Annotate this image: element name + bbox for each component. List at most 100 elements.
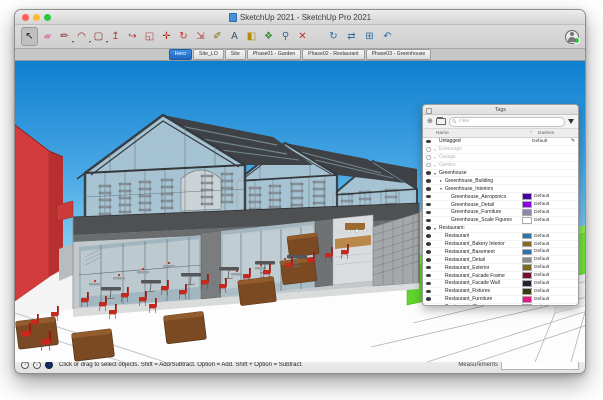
tag-row[interactable]: Greenhouse_DetailDefault bbox=[423, 201, 578, 209]
visibility-eye-icon[interactable] bbox=[426, 195, 432, 199]
panel-close-button[interactable] bbox=[426, 108, 432, 114]
zoom-tool[interactable]: ⚲ bbox=[278, 28, 293, 45]
visibility-eye-icon[interactable] bbox=[426, 155, 431, 160]
account-avatar-icon[interactable] bbox=[565, 30, 579, 44]
tag-color-swatch[interactable] bbox=[522, 193, 532, 200]
tag-row[interactable]: Restaurant_DetailDefault bbox=[423, 256, 578, 264]
tag-color-swatch[interactable] bbox=[522, 264, 532, 271]
tag-color-swatch[interactable] bbox=[522, 280, 532, 287]
visibility-eye-icon[interactable] bbox=[426, 266, 432, 270]
tag-color-swatch[interactable] bbox=[522, 217, 532, 224]
tag-color-swatch[interactable] bbox=[522, 249, 532, 256]
tag-row[interactable]: ▾Greenhouse bbox=[423, 170, 578, 178]
dashes-value[interactable]: Default bbox=[534, 273, 549, 278]
tag-row[interactable]: UntaggedDefault✎ bbox=[423, 138, 578, 146]
tag-row[interactable]: Greenhouse_AeroponicsDefault bbox=[423, 193, 578, 201]
visibility-eye-icon[interactable] bbox=[426, 258, 432, 262]
visibility-eye-icon[interactable] bbox=[426, 250, 432, 254]
visibility-eye-icon[interactable] bbox=[426, 297, 432, 301]
tag-row[interactable]: RestaurantDefault bbox=[423, 233, 578, 241]
scene-tab-site[interactable]: Site bbox=[225, 49, 246, 59]
text-tool[interactable]: A bbox=[227, 28, 242, 45]
visibility-eye-icon[interactable] bbox=[426, 187, 432, 191]
push-pull-tool[interactable]: ↥ bbox=[108, 28, 123, 45]
eraser-tool[interactable]: ▰ bbox=[40, 28, 55, 45]
line-tool[interactable]: ✏▾ bbox=[57, 28, 72, 45]
previous-view-tool[interactable]: ↶ bbox=[380, 28, 395, 45]
column-name[interactable]: Name bbox=[436, 131, 449, 136]
visibility-eye-icon[interactable] bbox=[426, 219, 432, 223]
paint-bucket-tool[interactable]: ◧ bbox=[244, 28, 259, 45]
visibility-eye-icon[interactable] bbox=[426, 179, 432, 183]
tag-row[interactable]: ▸Entourage bbox=[423, 146, 578, 154]
column-dashes[interactable]: Dashes bbox=[538, 131, 578, 136]
tag-color-swatch[interactable] bbox=[522, 209, 532, 216]
tag-color-swatch[interactable] bbox=[522, 296, 532, 303]
dashes-value[interactable]: Default bbox=[534, 281, 549, 286]
rectangle-tool[interactable]: ▢▾ bbox=[91, 28, 106, 45]
tag-row[interactable]: Restaurant_FurnitureDefault bbox=[423, 296, 578, 304]
scene-tab-site-lo[interactable]: Site_LO bbox=[193, 49, 224, 59]
geolocation-icon[interactable] bbox=[45, 361, 53, 369]
visibility-eye-icon[interactable] bbox=[426, 234, 432, 238]
add-tag-folder-button[interactable] bbox=[436, 118, 446, 126]
tag-color-swatch[interactable] bbox=[522, 233, 532, 240]
tag-color-swatch[interactable] bbox=[522, 272, 532, 279]
dashes-value[interactable]: Default bbox=[534, 234, 549, 239]
tags-panel-header[interactable]: Tags bbox=[423, 105, 578, 115]
rotate-tool[interactable]: ↻ bbox=[176, 28, 191, 45]
pan-tool[interactable]: ⇄ bbox=[344, 28, 359, 45]
current-tag-pencil-icon[interactable]: ✎ bbox=[568, 138, 578, 144]
visibility-eye-icon[interactable] bbox=[426, 140, 432, 144]
dashes-value[interactable]: Default bbox=[534, 297, 549, 302]
tag-row[interactable]: ▸Garage bbox=[423, 154, 578, 162]
tag-row[interactable]: Restaurant_BasementDefault bbox=[423, 248, 578, 256]
tag-row[interactable]: Restaurant_Bakery InteriorDefault bbox=[423, 241, 578, 249]
visibility-eye-icon[interactable] bbox=[426, 211, 432, 215]
tag-row[interactable]: Restaurant_Facade FrameDefault bbox=[423, 272, 578, 280]
move-tool[interactable]: ✛ bbox=[159, 28, 174, 45]
tag-color-swatch[interactable] bbox=[522, 257, 532, 264]
tag-color-swatch[interactable] bbox=[522, 288, 532, 295]
visibility-eye-icon[interactable] bbox=[426, 203, 432, 207]
zoom-window-tool[interactable]: ⊞ bbox=[362, 28, 377, 45]
offset-tool[interactable]: ◱ bbox=[142, 28, 157, 45]
info-icon[interactable]: i bbox=[33, 361, 41, 369]
tag-color-swatch[interactable] bbox=[522, 304, 532, 305]
tag-row[interactable]: ▾Greenhouse_Interiors bbox=[423, 185, 578, 193]
dashes-value[interactable]: Default bbox=[534, 289, 549, 294]
arc-tool[interactable]: ◠▾ bbox=[74, 28, 89, 45]
dashes-value[interactable]: Default bbox=[534, 210, 549, 215]
follow-me-tool[interactable]: ↪ bbox=[125, 28, 140, 45]
dashes-value[interactable]: Default bbox=[532, 139, 547, 144]
add-tag-button[interactable]: ⊕ bbox=[427, 118, 433, 125]
tag-row[interactable]: Greenhouse_FurnitureDefault bbox=[423, 209, 578, 217]
tags-details-icon[interactable] bbox=[568, 119, 574, 124]
dashes-value[interactable]: Default bbox=[534, 265, 549, 270]
dashes-value[interactable]: Default bbox=[534, 249, 549, 254]
tag-row[interactable]: ▾Restaurant: bbox=[423, 225, 578, 233]
component-tool[interactable]: ❖ bbox=[261, 28, 276, 45]
visibility-eye-icon[interactable] bbox=[426, 290, 432, 294]
visibility-eye-icon[interactable] bbox=[426, 226, 432, 230]
visibility-eye-icon[interactable] bbox=[426, 242, 432, 246]
scene-tab-phase03-greenhouse[interactable]: Phase03 - Greenhouse bbox=[366, 49, 432, 59]
tag-row[interactable]: Restaurant_GlazingDefault bbox=[423, 304, 578, 305]
help-icon[interactable]: ? bbox=[21, 361, 29, 369]
visibility-eye-icon[interactable] bbox=[426, 147, 431, 152]
visibility-eye-icon[interactable] bbox=[426, 282, 432, 286]
tape-measure-tool[interactable]: ✐ bbox=[210, 28, 225, 45]
tag-row[interactable]: ▸Greenhouse_Building bbox=[423, 177, 578, 185]
select-tool[interactable]: ↖ bbox=[21, 27, 38, 46]
tags-filter-input[interactable]: ⚲ Filter bbox=[449, 117, 565, 127]
dashes-value[interactable]: Default bbox=[534, 202, 549, 207]
dashes-value[interactable]: Default bbox=[534, 242, 549, 247]
tag-row[interactable]: Restaurant_ExteriorDefault bbox=[423, 264, 578, 272]
visibility-eye-icon[interactable] bbox=[426, 171, 432, 175]
scene-tab-phase01-garden[interactable]: Phase01 - Garden bbox=[247, 49, 301, 59]
tag-row[interactable]: Restaurant_FixturesDefault bbox=[423, 288, 578, 296]
orbit-tool[interactable]: ↻ bbox=[326, 28, 341, 45]
scene-tab-phase02-restaurant[interactable]: Phase02 - Restaurant bbox=[302, 49, 364, 59]
visibility-eye-icon[interactable] bbox=[426, 274, 432, 278]
tag-row[interactable]: Restaurant_Facade WallDefault bbox=[423, 280, 578, 288]
